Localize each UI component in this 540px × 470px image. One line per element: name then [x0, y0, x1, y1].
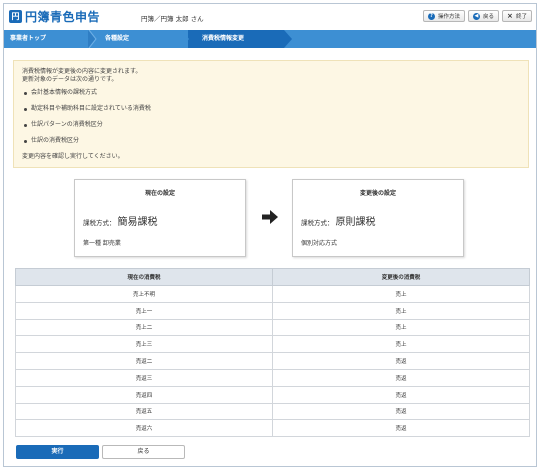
back-button[interactable]: 戻る: [102, 445, 185, 459]
exit-button[interactable]: × 終了: [501, 10, 532, 22]
back-header-button[interactable]: ◀ 戻る: [467, 10, 499, 22]
breadcrumb-label: 事業者トップ: [10, 35, 47, 42]
table-row: 売返三 売返: [15, 368, 530, 387]
table-cell: 売上: [272, 285, 530, 303]
header-buttons: ? 操作方法 ◀ 戻る × 終了: [422, 10, 532, 22]
arrow-right-icon: [262, 210, 278, 224]
breadcrumb-separator-icon: [284, 30, 292, 48]
breadcrumb-separator-icon: [182, 30, 189, 48]
current-business-type: 第一種 卸売業: [83, 240, 121, 247]
info-list-item: 勘定科目や補助科目に設定されている消費税: [22, 105, 520, 113]
current-method: 課税方式： 簡易課税: [83, 213, 158, 228]
info-footer: 変更内容を確認し実行してください。: [22, 153, 124, 160]
table-cell: 売上二: [15, 318, 273, 337]
table-cell: 売上一: [15, 301, 273, 320]
header: 円 円簿青色申告 円簿／円簿 太郎 さん ? 操作方法 ◀ 戻る × 終了: [4, 4, 536, 28]
column-header-current: 現在の消費税: [15, 268, 273, 286]
after-method-label: 課税方式：: [301, 219, 334, 227]
info-list-item: 仕訳の消費税区分: [22, 137, 520, 145]
after-method-value: 原則課税: [335, 217, 376, 228]
after-calc-method: 個別対応方式: [301, 240, 338, 247]
info-box: 消費税情報が変更後の内容に変更されます。 更新対象のデータは次の通りです。 会計…: [13, 60, 529, 168]
table-cell: 売上: [272, 335, 530, 354]
table-cell: 売返: [272, 368, 530, 387]
app-title: 円簿青色申告: [25, 10, 101, 24]
table-row: 売上三 売上: [15, 335, 530, 354]
table-cell: 売上: [272, 318, 530, 337]
execute-button[interactable]: 実行: [16, 445, 99, 459]
info-line-2: 更新対象のデータは次の通りです。: [22, 76, 118, 83]
back-header-label: 戻る: [482, 14, 494, 20]
after-settings-title: 変更後の設定: [359, 190, 396, 197]
breadcrumb-label: 各種設定: [105, 35, 130, 42]
table-cell: 売上: [272, 301, 530, 320]
table-header-row: 現在の消費税 変更後の消費税: [15, 268, 530, 286]
current-settings-box: 現在の設定 課税方式： 簡易課税 第一種 卸売業: [74, 179, 246, 257]
app-window: 円 円簿青色申告 円簿／円簿 太郎 さん ? 操作方法 ◀ 戻る × 終了 事業…: [3, 3, 537, 467]
table-row: 売上一 売上: [15, 301, 530, 320]
table-cell: 売上不明: [15, 285, 273, 303]
breadcrumb-item-current: 消費税情報変更: [188, 30, 284, 48]
info-list-item: 仕訳パターンの消費税区分: [22, 121, 520, 129]
breadcrumb: 事業者トップ 各種設定 消費税情報変更: [4, 30, 536, 48]
info-list-item: 会計基本情報の課税方式: [22, 89, 520, 97]
table-cell: 売返六: [15, 419, 273, 438]
table-row: 売返六 売返: [15, 419, 530, 438]
table-cell: 売返三: [15, 368, 273, 387]
close-icon: ×: [507, 11, 513, 20]
table-cell: 売返: [272, 385, 530, 404]
breadcrumb-item-top[interactable]: 事業者トップ: [4, 30, 94, 48]
table-cell: 売返: [272, 402, 530, 421]
back-arrow-icon: ◀: [472, 12, 480, 20]
logo-icon: 円: [9, 10, 22, 23]
exit-label: 終了: [515, 14, 527, 20]
help-icon: ?: [427, 12, 435, 20]
after-settings-box: 変更後の設定 課税方式： 原則課税 個別対応方式: [292, 179, 464, 257]
breadcrumb-label: 消費税情報変更: [202, 35, 245, 42]
table-cell: 売返: [272, 352, 530, 370]
table-cell: 売返四: [15, 385, 273, 404]
tax-mapping-table: 現在の消費税 変更後の消費税 売上不明 売上 売上一 売上 売上二 売上 売上三 売上 …: [15, 268, 530, 438]
current-settings-title: 現在の設定: [144, 190, 175, 197]
help-label: 操作方法: [437, 14, 460, 20]
table-row: 売返五 売返: [15, 402, 530, 421]
table-row: 売返四 売返: [15, 385, 530, 404]
info-line-1: 消費税情報が変更後の内容に変更されます。: [22, 68, 142, 75]
table-row: 売上二 売上: [15, 318, 530, 337]
table-cell: 売上三: [15, 335, 273, 354]
table-row: 売返二 売返: [15, 352, 530, 370]
breadcrumb-separator-icon: [88, 30, 97, 48]
column-header-after: 変更後の消費税: [272, 268, 530, 286]
after-method: 課税方式： 原則課税: [301, 213, 376, 228]
table-cell: 売返五: [15, 402, 273, 421]
app-logo[interactable]: 円 円簿青色申告: [9, 8, 100, 25]
table-cell: 売返: [272, 419, 530, 438]
breadcrumb-item-settings[interactable]: 各種設定: [105, 30, 185, 48]
info-list: 会計基本情報の課税方式 勘定科目や補助科目に設定されている消費税 仕訳パターンの…: [22, 89, 520, 145]
current-method-value: 簡易課税: [117, 217, 158, 228]
user-name: 円簿／円簿 太郎 さん: [141, 15, 204, 23]
current-method-label: 課税方式：: [83, 219, 116, 227]
help-button[interactable]: ? 操作方法: [422, 10, 465, 22]
table-row: 売上不明 売上: [15, 285, 530, 303]
table-cell: 売返二: [15, 352, 273, 370]
